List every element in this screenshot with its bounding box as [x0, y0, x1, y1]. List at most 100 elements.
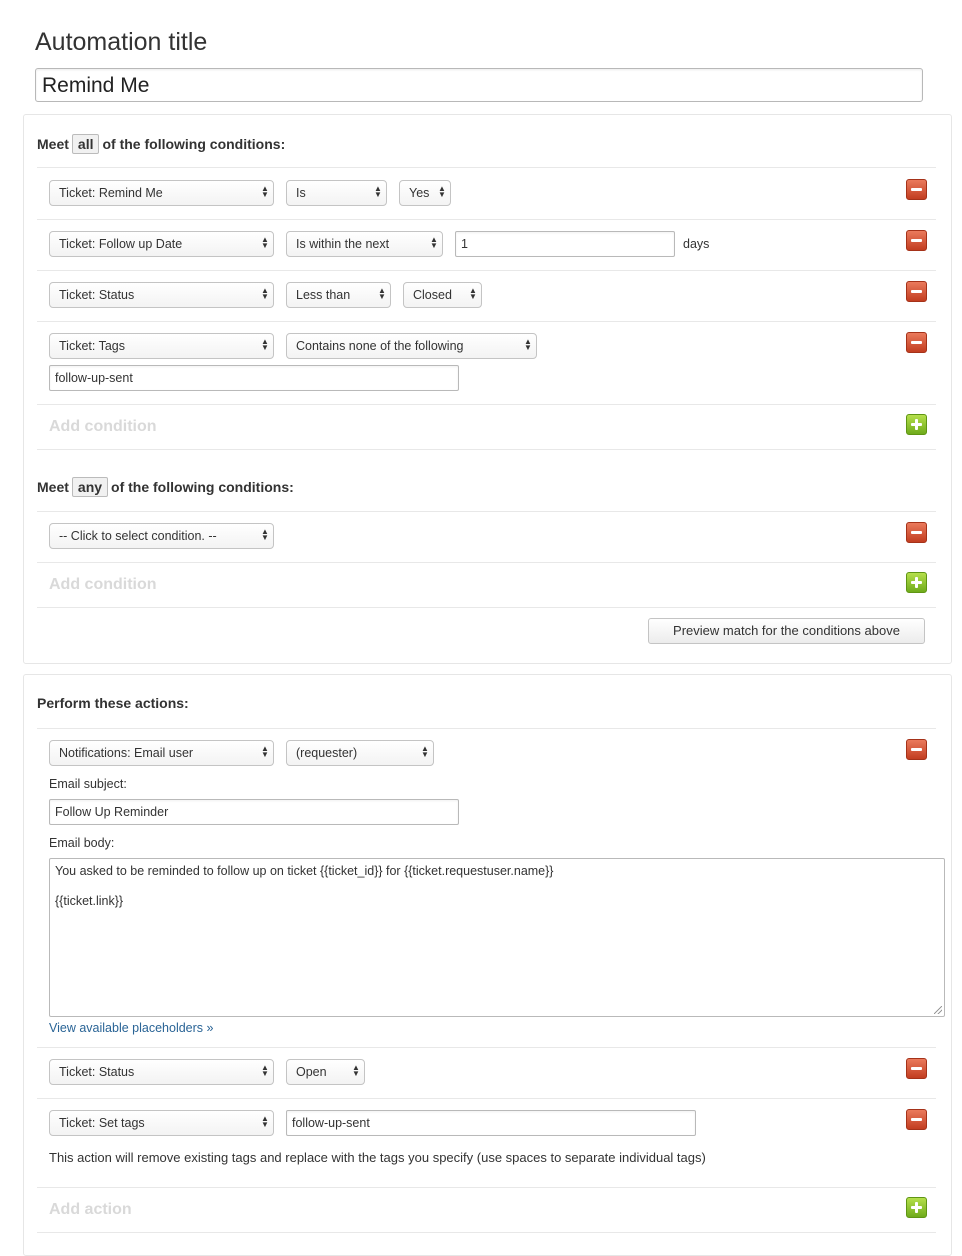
condition-operator-value: Contains none of the following	[296, 339, 464, 353]
automation-title-label: Automation title	[35, 28, 208, 56]
divider	[37, 607, 936, 608]
meet-any-suffix: of the following conditions:	[111, 479, 294, 495]
condition-operator-value: Less than	[296, 288, 351, 302]
remove-condition-button[interactable]	[906, 179, 927, 200]
action-field-select[interactable]: Notifications: Email user ▲ ▼	[49, 740, 274, 766]
divider	[37, 511, 936, 512]
condition-tags-input[interactable]: follow-up-sent	[49, 365, 459, 391]
condition-field-select[interactable]: -- Click to select condition. -- ▲ ▼	[49, 523, 274, 549]
remove-condition-button[interactable]	[906, 281, 927, 302]
updown-arrow-icon: ▲ ▼	[430, 235, 438, 250]
action-field-select[interactable]: Ticket: Status ▲ ▼	[49, 1059, 274, 1085]
resize-grip-icon[interactable]	[934, 1006, 942, 1014]
meet-any-heading: Meet any of the following conditions:	[37, 477, 294, 497]
divider	[37, 219, 936, 220]
updown-arrow-icon: ▲ ▼	[261, 286, 269, 301]
updown-arrow-icon: ▲ ▼	[261, 744, 269, 759]
updown-arrow-icon: ▲ ▼	[261, 1114, 269, 1129]
action-field-value: Ticket: Set tags	[59, 1116, 145, 1130]
email-body-textarea[interactable]: You asked to be reminded to follow up on…	[49, 858, 945, 1017]
add-action-link[interactable]: Add action	[49, 1201, 132, 1219]
remove-condition-button[interactable]	[906, 332, 927, 353]
condition-field-value: Ticket: Status	[59, 288, 135, 302]
status-value: Open	[296, 1065, 327, 1079]
condition-value-select[interactable]: Closed ▲ ▼	[403, 282, 482, 308]
condition-field-value: -- Click to select condition. --	[59, 529, 217, 543]
meet-any-selector[interactable]: any	[71, 477, 109, 497]
updown-arrow-icon: ▲ ▼	[261, 1063, 269, 1078]
add-condition-button[interactable]	[906, 414, 927, 435]
condition-operator-select[interactable]: Is ▲ ▼	[286, 180, 387, 206]
add-action-button[interactable]	[906, 1197, 927, 1218]
status-value-select[interactable]: Open ▲ ▼	[286, 1059, 365, 1085]
email-target-value: (requester)	[296, 746, 358, 760]
condition-field-select[interactable]: Ticket: Remind Me ▲ ▼	[49, 180, 274, 206]
meet-all-suffix: of the following conditions:	[102, 136, 286, 152]
condition-field-select[interactable]: Ticket: Status ▲ ▼	[49, 282, 274, 308]
remove-action-button[interactable]	[906, 1109, 927, 1130]
action-field-select[interactable]: Ticket: Set tags ▲ ▼	[49, 1110, 274, 1136]
divider	[37, 1187, 936, 1188]
automation-title-input[interactable]: Remind Me	[35, 68, 923, 102]
email-body-text: You asked to be reminded to follow up on…	[55, 864, 554, 908]
divider	[37, 562, 936, 563]
updown-arrow-icon: ▲ ▼	[261, 235, 269, 250]
updown-arrow-icon: ▲ ▼	[261, 337, 269, 352]
updown-arrow-icon: ▲ ▼	[261, 527, 269, 542]
condition-operator-select[interactable]: Less than ▲ ▼	[286, 282, 391, 308]
meet-all-heading: Meet all of the following conditions:	[37, 134, 285, 154]
days-unit-label: days	[683, 237, 710, 251]
condition-operator-value: Is	[296, 186, 306, 200]
condition-value: Yes	[409, 186, 430, 200]
updown-arrow-icon: ▲ ▼	[352, 1063, 360, 1078]
divider	[37, 1232, 936, 1233]
email-target-select[interactable]: (requester) ▲ ▼	[286, 740, 434, 766]
divider	[37, 449, 936, 450]
meet-any-prefix: Meet	[37, 479, 69, 495]
add-condition-button[interactable]	[906, 572, 927, 593]
divider	[37, 728, 936, 729]
condition-field-value: Ticket: Remind Me	[59, 186, 163, 200]
meet-all-prefix: Meet	[37, 136, 69, 152]
email-subject-input[interactable]: Follow Up Reminder	[49, 799, 459, 825]
condition-field-value: Ticket: Follow up Date	[59, 237, 183, 251]
remove-condition-button[interactable]	[906, 230, 927, 251]
updown-arrow-icon: ▲ ▼	[374, 184, 382, 199]
preview-match-button[interactable]: Preview match for the conditions above	[648, 618, 925, 644]
updown-arrow-icon: ▲ ▼	[524, 337, 532, 352]
set-tags-input[interactable]: follow-up-sent	[286, 1110, 696, 1136]
add-condition-link[interactable]: Add condition	[49, 576, 157, 594]
divider	[37, 1047, 936, 1048]
add-condition-link[interactable]: Add condition	[49, 418, 157, 436]
condition-value-select[interactable]: Yes ▲ ▼	[399, 180, 451, 206]
condition-value: Closed	[413, 288, 452, 302]
condition-field-select[interactable]: Ticket: Follow up Date ▲ ▼	[49, 231, 274, 257]
condition-operator-select[interactable]: Is within the next ▲ ▼	[286, 231, 443, 257]
divider	[37, 321, 936, 322]
updown-arrow-icon: ▲ ▼	[421, 744, 429, 759]
divider	[37, 270, 936, 271]
divider	[37, 167, 936, 168]
remove-condition-button[interactable]	[906, 522, 927, 543]
condition-days-input[interactable]: 1	[455, 231, 675, 257]
condition-field-select[interactable]: Ticket: Tags ▲ ▼	[49, 333, 274, 359]
condition-field-value: Ticket: Tags	[59, 339, 125, 353]
meet-all-selector[interactable]: all	[71, 134, 100, 154]
condition-operator-select[interactable]: Contains none of the following ▲ ▼	[286, 333, 537, 359]
view-placeholders-link[interactable]: View available placeholders »	[49, 1021, 213, 1035]
divider	[37, 1098, 936, 1099]
actions-heading: Perform these actions:	[37, 695, 189, 711]
updown-arrow-icon: ▲ ▼	[378, 286, 386, 301]
email-subject-label: Email subject:	[49, 777, 127, 791]
remove-action-button[interactable]	[906, 739, 927, 760]
action-field-value: Notifications: Email user	[59, 746, 194, 760]
remove-action-button[interactable]	[906, 1058, 927, 1079]
divider	[37, 404, 936, 405]
action-field-value: Ticket: Status	[59, 1065, 135, 1079]
condition-operator-value: Is within the next	[296, 237, 390, 251]
updown-arrow-icon: ▲ ▼	[261, 184, 269, 199]
updown-arrow-icon: ▲ ▼	[438, 184, 446, 199]
set-tags-help: This action will remove existing tags an…	[49, 1150, 706, 1165]
updown-arrow-icon: ▲ ▼	[469, 286, 477, 301]
email-body-label: Email body:	[49, 836, 115, 850]
